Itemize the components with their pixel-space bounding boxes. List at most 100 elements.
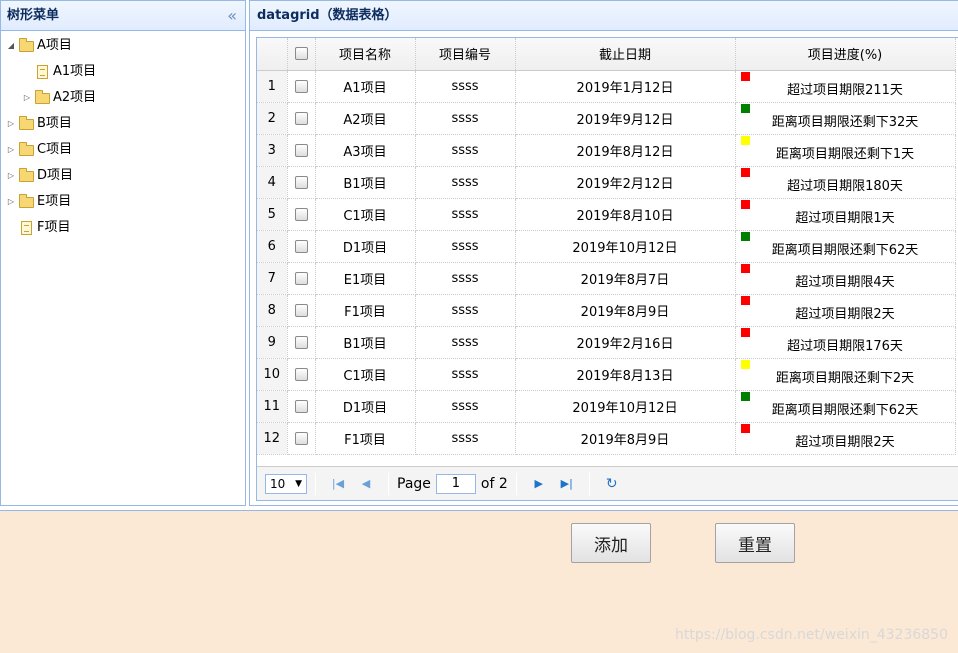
folder-icon [19,115,34,130]
column-header-deadline[interactable]: 截止日期 [515,38,736,71]
datagrid-header-row: 项目名称 项目编号 截止日期 项目进度(%) [257,38,956,71]
collapse-panel-icon[interactable]: « [227,1,237,30]
cell-code: ssss [415,262,516,295]
row-number: 6 [257,230,288,263]
row-checkbox[interactable] [294,79,308,93]
status-indicator-icon [740,295,750,305]
cell-name: F1项目 [315,294,416,327]
next-page-icon[interactable]: ▶ [531,477,547,490]
folder-icon [19,167,34,182]
refresh-icon[interactable]: ↻ [604,476,620,492]
pager-separator [388,472,389,495]
status-indicator-icon [740,327,750,337]
tree-node-label: A2项目 [53,90,97,105]
row-checkbox[interactable] [294,111,308,125]
row-checkbox[interactable] [294,431,308,445]
table-row[interactable]: 11 D1项目 ssss 2019年10月12日 距离项目期限还剩下62天 [257,390,956,423]
tree-toggle-icon[interactable]: ▷ [21,85,33,111]
tree-toggle-icon[interactable]: ▷ [5,137,17,163]
row-select-cell [287,198,316,231]
page-number-input[interactable] [435,473,476,494]
tree-node-label: A1项目 [53,64,97,79]
progress-text: 距离项目期限还剩下32天 [771,115,919,130]
row-checkbox[interactable] [294,367,308,381]
tree-node[interactable]: ▷ B项目 [1,111,245,137]
page-label: Page [397,475,431,492]
cell-progress: 超过项目期限211天 [735,70,956,103]
status-indicator-icon [740,167,750,177]
tree-panel: 树形菜单 « ◢ A项目 A1项目 ▷ A2项目 ▷ B项目 ▷ C项目 ▷ D项目 ▷ E项目 F项目 [0,0,246,506]
cell-deadline: 2019年8月13日 [515,358,736,391]
row-checkbox[interactable] [294,303,308,317]
table-row[interactable]: 2 A2项目 ssss 2019年9月12日 距离项目期限还剩下32天 [257,102,956,135]
tree-node[interactable]: ▷ A2项目 [1,85,245,111]
tree-toggle-icon[interactable]: ▷ [5,163,17,189]
first-page-icon[interactable]: |◀ [330,477,346,490]
last-page-icon[interactable]: ▶| [559,477,575,490]
table-row[interactable]: 8 F1项目 ssss 2019年8月9日 超过项目期限2天 [257,294,956,327]
cell-code: ssss [415,294,516,327]
rownum-header [257,38,288,71]
datagrid-table: 项目名称 项目编号 截止日期 项目进度(%) 1 A1项目 ssss 2019年1月1… [257,38,956,455]
row-checkbox[interactable] [294,335,308,349]
tree-node[interactable]: F项目 [1,215,245,241]
prev-page-icon[interactable]: ◀ [358,477,374,490]
cell-progress: 超过项目期限180天 [735,166,956,199]
progress-text: 超过项目期限2天 [795,435,895,450]
tree-node[interactable]: ▷ C项目 [1,137,245,163]
tree-node[interactable]: A1项目 [1,59,245,85]
tree-toggle-icon[interactable]: ◢ [5,33,17,59]
table-row[interactable]: 9 B1项目 ssss 2019年2月16日 超过项目期限176天 [257,326,956,359]
cell-name: C1项目 [315,358,416,391]
table-row[interactable]: 1 A1项目 ssss 2019年1月12日 超过项目期限211天 [257,70,956,103]
table-row[interactable]: 5 C1项目 ssss 2019年8月10日 超过项目期限1天 [257,198,956,231]
table-row[interactable]: 4 B1项目 ssss 2019年2月12日 超过项目期限180天 [257,166,956,199]
reset-button[interactable]: 重置 [715,523,795,563]
cell-progress: 超过项目期限4天 [735,262,956,295]
pager-separator [315,472,316,495]
cell-deadline: 2019年8月9日 [515,294,736,327]
cell-deadline: 2019年1月12日 [515,70,736,103]
table-row[interactable]: 7 E1项目 ssss 2019年8月7日 超过项目期限4天 [257,262,956,295]
row-checkbox[interactable] [294,143,308,157]
tree-toggle-icon[interactable]: ▷ [5,111,17,137]
table-row[interactable]: 3 A3项目 ssss 2019年8月12日 距离项目期限还剩下1天 [257,134,956,167]
cell-deadline: 2019年2月16日 [515,326,736,359]
row-checkbox[interactable] [294,271,308,285]
tree-toggle-icon[interactable]: ▷ [5,189,17,215]
status-indicator-icon [740,71,750,81]
table-row[interactable]: 10 C1项目 ssss 2019年8月13日 距离项目期限还剩下2天 [257,358,956,391]
row-select-cell [287,230,316,263]
cell-name: D1项目 [315,390,416,423]
row-checkbox[interactable] [294,399,308,413]
column-header-code[interactable]: 项目编号 [415,38,516,71]
row-checkbox[interactable] [294,175,308,189]
tree-node-label: C项目 [37,142,73,157]
table-row[interactable]: 6 D1项目 ssss 2019年10月12日 距离项目期限还剩下62天 [257,230,956,263]
row-number: 11 [257,390,288,423]
page-size-value: 10 [270,476,286,491]
row-checkbox[interactable] [294,207,308,221]
table-row[interactable]: 12 F1项目 ssss 2019年8月9日 超过项目期限2天 [257,422,956,455]
column-header-progress[interactable]: 项目进度(%) [735,38,956,71]
tree-node[interactable]: ▷ D项目 [1,163,245,189]
chevron-down-icon: ▼ [295,478,302,489]
tree-node[interactable]: ◢ A项目 [1,33,245,59]
status-indicator-icon [740,199,750,209]
folder-icon [19,141,34,156]
row-number: 7 [257,262,288,295]
select-all-checkbox[interactable] [294,47,308,61]
cell-code: ssss [415,390,516,423]
status-indicator-icon [740,359,750,369]
file-icon [37,65,48,79]
row-checkbox[interactable] [294,239,308,253]
column-header-name[interactable]: 项目名称 [315,38,416,71]
progress-text: 距离项目期限还剩下2天 [775,371,915,386]
cell-name: D1项目 [315,230,416,263]
cell-deadline: 2019年8月7日 [515,262,736,295]
tree-node[interactable]: ▷ E项目 [1,189,245,215]
add-button[interactable]: 添加 [571,523,651,563]
cell-code: ssss [415,134,516,167]
row-number: 9 [257,326,288,359]
page-size-select[interactable]: 10 ▼ [265,473,307,494]
